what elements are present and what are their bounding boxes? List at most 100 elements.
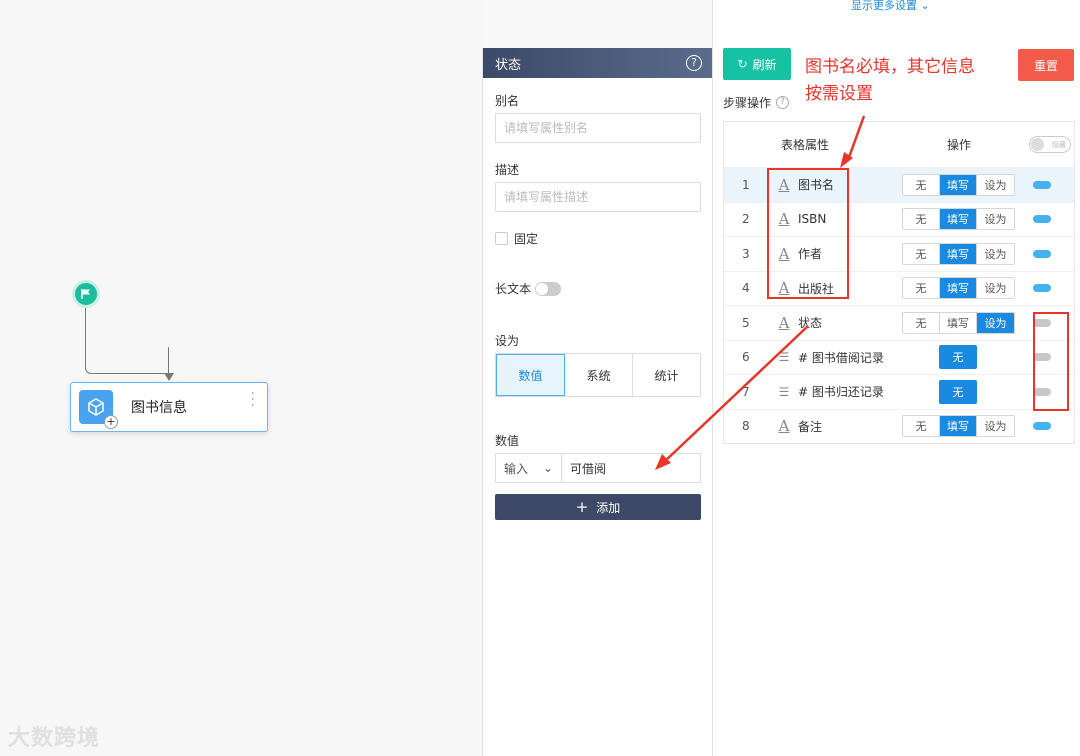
highlight-box-visibility xyxy=(1033,312,1069,411)
start-flag-node[interactable] xyxy=(72,280,100,308)
row-number: 8 xyxy=(742,419,750,434)
add-node-icon[interactable]: + xyxy=(104,415,118,429)
op-none-button[interactable]: 无 xyxy=(939,379,977,404)
panel-title: 状态 xyxy=(495,57,522,73)
row-attribute: ☰ # 图书归还记录 xyxy=(776,383,884,400)
op-none-button[interactable]: 无 xyxy=(903,243,940,264)
setas-option-value[interactable]: 数值 xyxy=(496,354,565,396)
longtext-row: 长文本 xyxy=(495,280,562,297)
text-icon: A xyxy=(778,313,790,332)
fixed-label: 固定 xyxy=(514,232,539,246)
op-fill-button[interactable]: 填写 xyxy=(940,416,977,437)
setas-segmented: 数值 系统 统计 xyxy=(495,353,701,397)
table-header: 表格属性 操作 隐藏 xyxy=(724,122,1074,167)
row-number: 1 xyxy=(742,177,750,192)
text-icon: A xyxy=(778,417,790,436)
op-none-button[interactable]: 无 xyxy=(903,278,940,299)
steps-label-text: 步骤操作 xyxy=(723,96,772,110)
header-attr: 表格属性 xyxy=(781,138,830,152)
refresh-button[interactable]: ↻ 刷新 xyxy=(723,48,791,80)
attribute-name: 状态 xyxy=(798,316,823,331)
refresh-label: 刷新 xyxy=(752,57,777,72)
watermark-logo: 大数跨境 xyxy=(8,726,101,751)
header-op: 操作 xyxy=(947,138,972,152)
op-set-button[interactable]: 设为 xyxy=(977,312,1014,333)
help-icon[interactable]: ? xyxy=(776,96,790,109)
op-set-button[interactable]: 设为 xyxy=(977,416,1014,437)
workflow-canvas: + 图书信息 · · · 大数跨境 xyxy=(0,0,482,756)
more-vertical-icon[interactable]: · · · xyxy=(251,387,255,413)
op-fill-button[interactable]: 填写 xyxy=(940,312,977,333)
alias-input[interactable]: 请填写属性别名 xyxy=(495,113,701,143)
op-set-button[interactable]: 设为 xyxy=(977,174,1014,195)
state-property-panel: 状态 ? 别名 请填写属性别名 描述 请填写属性描述 固定 长文本 设为 数值 … xyxy=(482,48,712,756)
setas-option-stats[interactable]: 统计 xyxy=(633,354,700,396)
add-button[interactable]: + 添加 xyxy=(495,494,701,520)
alias-label: 别名 xyxy=(495,94,520,108)
node-label: 图书信息 xyxy=(131,400,187,416)
row-number: 2 xyxy=(742,212,750,227)
more-settings-link[interactable]: 显示更多设置 ⌄ xyxy=(851,0,930,13)
desc-input[interactable]: 请填写属性描述 xyxy=(495,182,701,212)
op-fill-button[interactable]: 填写 xyxy=(940,243,977,264)
attribute-name: 备注 xyxy=(798,419,823,434)
op-none-button[interactable]: 无 xyxy=(903,312,940,333)
panel-header: 状态 ? xyxy=(483,48,712,78)
value-row: 输入 ⌄ 可借阅 xyxy=(495,453,701,483)
fixed-checkbox-row[interactable]: 固定 xyxy=(495,230,538,247)
visibility-toggle[interactable] xyxy=(1033,215,1051,224)
op-group: 无 填写 设为 xyxy=(902,173,1015,196)
op-group: 无 填写 设为 xyxy=(902,311,1015,334)
steps-label: 步骤操作 ? xyxy=(723,94,790,111)
setas-label: 设为 xyxy=(495,334,520,348)
visibility-toggle[interactable] xyxy=(1033,422,1051,431)
table-row[interactable]: 6 ☰ # 图书借阅记录 无 xyxy=(724,339,1074,375)
hide-label: 隐藏 xyxy=(1052,140,1066,149)
annotation-line-2: 按需设置 xyxy=(805,84,873,104)
table-row[interactable]: 8 A 备注 无 填写 设为 xyxy=(724,408,1074,444)
visibility-toggle[interactable] xyxy=(1033,249,1051,258)
op-fill-button[interactable]: 填写 xyxy=(940,174,977,195)
op-group: 无 填写 设为 xyxy=(902,208,1015,231)
visibility-toggle[interactable] xyxy=(1033,284,1051,293)
refresh-icon: ↻ xyxy=(737,57,748,71)
row-number: 3 xyxy=(742,246,750,261)
row-number: 7 xyxy=(742,384,750,399)
op-group: 无 填写 设为 xyxy=(902,277,1015,300)
op-set-button[interactable]: 设为 xyxy=(977,278,1014,299)
table-row[interactable]: 7 ☰ # 图书归还记录 无 xyxy=(724,374,1074,409)
value-input[interactable]: 可借阅 xyxy=(562,454,700,482)
longtext-toggle[interactable] xyxy=(535,281,562,296)
chevron-down-icon: ⌄ xyxy=(542,461,553,475)
row-number: 6 xyxy=(742,350,750,365)
op-set-button[interactable]: 设为 xyxy=(977,209,1014,230)
op-none-button[interactable]: 无 xyxy=(903,416,940,437)
value-type-select[interactable]: 输入 ⌄ xyxy=(496,454,562,482)
more-settings-label: 显示更多设置 xyxy=(851,0,917,12)
op-group: 无 填写 设为 xyxy=(902,242,1015,265)
plus-icon: + xyxy=(575,498,589,516)
flag-icon xyxy=(81,289,90,299)
row-number: 5 xyxy=(742,315,750,330)
help-icon[interactable]: ? xyxy=(686,55,702,71)
op-none-button[interactable]: 无 xyxy=(939,345,977,370)
connector-line xyxy=(85,308,170,374)
op-set-button[interactable]: 设为 xyxy=(977,243,1014,264)
op-fill-button[interactable]: 填写 xyxy=(940,209,977,230)
hide-all-toggle[interactable]: 隐藏 xyxy=(1029,136,1071,153)
cube-icon: + xyxy=(79,390,118,429)
workflow-node[interactable]: + 图书信息 · · · xyxy=(70,382,268,432)
setas-option-system[interactable]: 系统 xyxy=(565,354,633,396)
desc-label: 描述 xyxy=(495,163,520,177)
fixed-checkbox[interactable] xyxy=(495,232,508,245)
op-none-button[interactable]: 无 xyxy=(903,174,940,195)
op-none-button[interactable]: 无 xyxy=(903,209,940,230)
chevron-down-icon: ⌄ xyxy=(920,0,930,12)
op-fill-button[interactable]: 填写 xyxy=(940,278,977,299)
longtext-label: 长文本 xyxy=(495,282,532,296)
reset-button[interactable]: 重置 xyxy=(1018,49,1074,81)
visibility-toggle[interactable] xyxy=(1033,180,1051,189)
connector-arrow xyxy=(164,373,174,381)
table-row[interactable]: 5 A 状态 无 填写 设为 xyxy=(724,305,1074,340)
highlight-box-required xyxy=(767,168,849,299)
